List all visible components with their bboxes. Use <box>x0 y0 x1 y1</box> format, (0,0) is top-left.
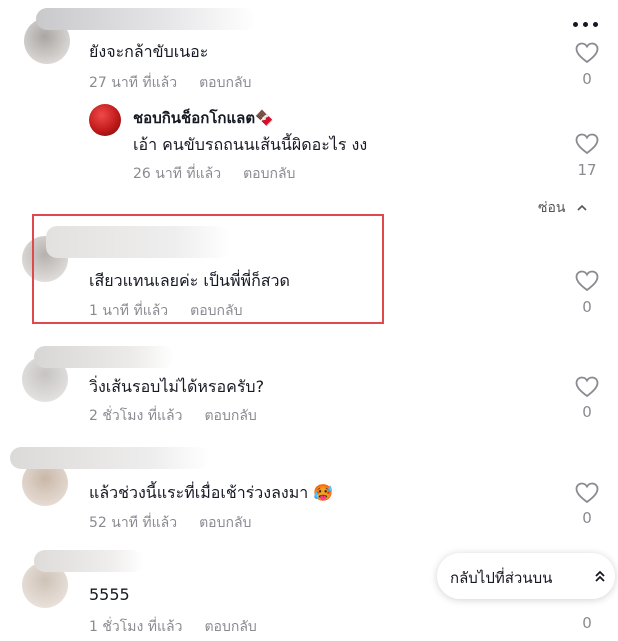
comment-meta: 2 ชั่วโมง ที่แล้ว ตอบกลับ <box>89 405 257 427</box>
comment-text: เอ้า คนขับรถถนนเส้นนี้ผิดอะไร งง <box>133 135 368 154</box>
reply-button[interactable]: ตอบกลับ <box>204 408 256 424</box>
heart-icon[interactable] <box>575 376 599 398</box>
comment-meta: 26 นาที ที่แล้ว ตอบกลับ <box>133 163 295 185</box>
like-count: 0 <box>582 298 592 316</box>
back-to-top-label: กลับไปที่ส่วนบน <box>450 569 553 587</box>
comment-time: 1 ชั่วโมง ที่แล้ว <box>89 619 183 635</box>
heart-icon[interactable] <box>575 270 599 292</box>
double-chevron-up-icon <box>595 570 605 582</box>
comment-meta: 52 นาที ที่แล้ว ตอบกลับ <box>89 512 251 534</box>
comment-text: ยังจะกล้าขับเนอะ <box>89 42 209 61</box>
blurred-username <box>10 447 210 469</box>
like-count: 0 <box>582 403 592 421</box>
comment-text: แล้วช่วงนี้แระที่เมื่อเช้าร่วงลงมา 🥵 <box>89 483 334 502</box>
reply-button[interactable]: ตอบกลับ <box>199 75 251 91</box>
comment-time: 52 นาที ที่แล้ว <box>89 515 178 531</box>
comment-time: 2 ชั่วโมง ที่แล้ว <box>89 408 183 424</box>
heart-icon[interactable] <box>575 482 599 504</box>
reply-author[interactable]: ชอบกินช็อกโกแลต🍫 <box>133 106 274 130</box>
reply-button[interactable]: ตอบกลับ <box>199 515 251 531</box>
blurred-username <box>34 346 174 368</box>
comment-meta: 27 นาที ที่แล้ว ตอบกลับ <box>89 72 251 94</box>
chevron-up-icon <box>577 204 587 211</box>
like-count: 0 <box>582 509 592 527</box>
heart-icon[interactable] <box>575 42 599 64</box>
heart-icon[interactable] <box>575 133 599 155</box>
comment-text: 5555 <box>89 585 130 604</box>
reply-button[interactable]: ตอบกลับ <box>204 619 256 635</box>
highlight-box <box>32 214 384 324</box>
reply-button[interactable]: ตอบกลับ <box>243 166 295 182</box>
like-count: 0 <box>582 70 592 88</box>
avatar[interactable] <box>89 104 121 136</box>
comment-time: 26 นาที ที่แล้ว <box>133 166 222 182</box>
back-to-top-button[interactable]: กลับไปที่ส่วนบน <box>437 553 615 599</box>
blurred-username <box>36 8 256 30</box>
like-count: 17 <box>577 161 597 179</box>
hide-replies-button[interactable]: ซ่อน <box>538 197 588 219</box>
comment-meta: 1 ชั่วโมง ที่แล้ว ตอบกลับ <box>89 616 257 638</box>
comment-text: วิ่งเส้นรอบไม่ได้หรอครับ? <box>89 377 265 396</box>
hide-replies-label: ซ่อน <box>538 200 566 216</box>
like-count: 0 <box>582 614 592 632</box>
more-horizontal-icon[interactable] <box>571 22 601 30</box>
comment-time: 27 นาที ที่แล้ว <box>89 75 178 91</box>
blurred-username <box>34 550 144 572</box>
